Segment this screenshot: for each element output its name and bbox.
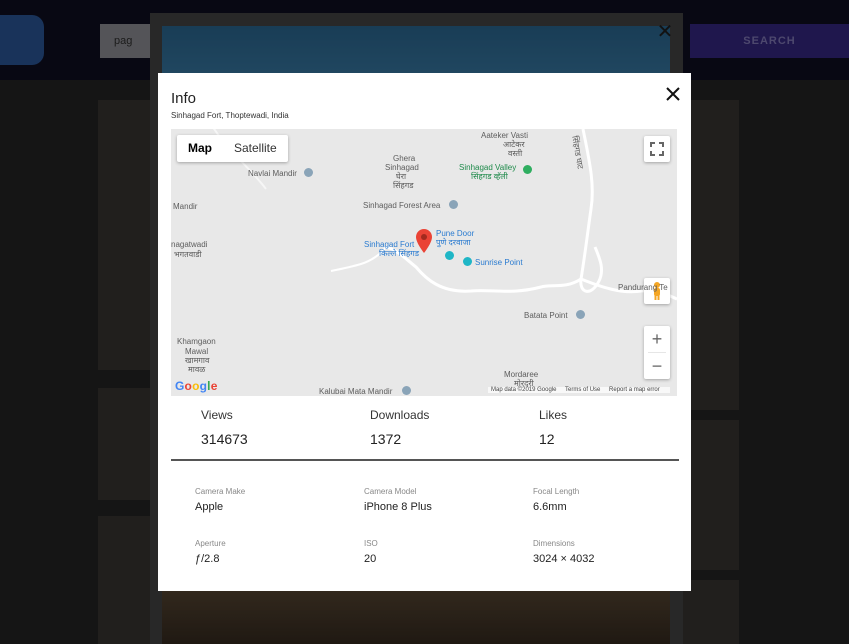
place-pin-icon: [304, 168, 313, 177]
map-label: Mawal: [185, 347, 209, 356]
map-type-control: Map Satellite: [177, 135, 288, 162]
map-label: Khamgaon: [177, 337, 216, 346]
exif-label: Focal Length: [533, 487, 580, 496]
map-label: भगतवाडी: [174, 250, 202, 259]
location-text: Sinhagad Fort, Thoptewadi, India: [171, 111, 289, 120]
stat-value: 12: [539, 431, 555, 447]
map-label: आटेकर: [503, 140, 525, 149]
map-label: खामगाव: [185, 356, 210, 365]
close-icon[interactable]: [662, 83, 684, 105]
map-label: मावळ: [188, 365, 206, 374]
map-label: वस्ती: [508, 149, 523, 158]
stats-divider: [171, 459, 679, 461]
exif-label: Camera Make: [195, 487, 246, 496]
map-label: Pandurang Te: [618, 283, 668, 292]
map-attribution: Map data ©2019 Google Terms of Use Repor…: [488, 387, 670, 393]
exif-label: Aperture: [195, 539, 226, 548]
stat-likes: Likes 12: [539, 408, 567, 447]
map-label: Navlai Mandir: [248, 169, 297, 178]
map-label: Mandir: [173, 202, 198, 211]
zoom-out-button[interactable]: −: [644, 353, 670, 379]
map-label: Kalubai Mata Mandir: [319, 387, 393, 396]
place-pin-icon: [449, 200, 458, 209]
stat-value: 314673: [201, 431, 248, 447]
exif-camera-make: Camera Make Apple: [195, 487, 245, 513]
map-label: Sinhagad Fort: [364, 240, 415, 249]
map-label: Sinhagad Valley: [459, 163, 517, 172]
place-pin-icon: [576, 310, 585, 319]
zoom-in-button[interactable]: +: [644, 326, 670, 352]
map-label: nagatwadi: [171, 240, 208, 249]
map-label: Sinhagad Forest Area: [363, 201, 441, 210]
place-pin-icon: [402, 386, 411, 395]
exif-value: Apple: [195, 501, 224, 513]
map-label: सिंहगड: [393, 181, 414, 190]
map-label: Pune Door: [436, 229, 475, 238]
exif-value: 20: [364, 553, 377, 565]
google-logo[interactable]: Google: [175, 379, 218, 393]
exif-label: Camera Model: [364, 487, 417, 496]
map-label: Batata Point: [524, 311, 568, 320]
poi-icon: [463, 257, 472, 266]
exif-value: 6.6mm: [533, 501, 567, 513]
stat-value: 1372: [370, 431, 402, 447]
modal-title: Info: [171, 90, 197, 107]
map-label: किल्ले सिंहगड: [379, 249, 419, 258]
exif-iso: ISO 20: [364, 539, 378, 565]
exif-label: ISO: [364, 539, 378, 548]
exif-aperture: Aperture ƒ/2.8: [195, 539, 226, 565]
location-map[interactable]: Map Satellite + − Aateker Vasti आटेकर वस…: [171, 129, 677, 396]
map-label: Mordaree: [504, 370, 539, 379]
stat-label: Views: [201, 408, 233, 422]
map-label: घेरा: [396, 172, 407, 181]
map-data-text: Map data ©2019 Google: [491, 387, 557, 393]
stat-label: Likes: [539, 408, 568, 422]
map-label: पुणे दरवाजा: [436, 238, 471, 247]
exif-value: ƒ/2.8: [195, 553, 220, 565]
fullscreen-icon[interactable]: [644, 136, 670, 162]
exif-focal-length: Focal Length 6.6mm: [533, 487, 579, 513]
exif-camera-model: Camera Model iPhone 8 Plus: [364, 487, 432, 513]
location-marker-icon: [416, 229, 432, 253]
map-label: Sunrise Point: [475, 258, 523, 267]
zoom-control: + −: [644, 326, 670, 379]
map-type-satellite-button[interactable]: Satellite: [223, 135, 288, 162]
stat-views: Views 314673: [201, 408, 248, 447]
map-label: Ghera: [393, 154, 416, 163]
stat-label: Downloads: [370, 408, 430, 422]
exif-label: Dimensions: [533, 539, 575, 548]
exif-value: 3024 × 4032: [533, 553, 595, 565]
park-pin-icon: [523, 165, 532, 174]
map-label: सिंहगड व्हॅली: [471, 172, 508, 181]
map-label: Sinhagad: [385, 163, 419, 172]
stat-downloads: Downloads 1372: [370, 408, 429, 447]
exif-value: iPhone 8 Plus: [364, 501, 432, 513]
poi-icon: [445, 251, 454, 260]
exif-dimensions: Dimensions 3024 × 4032: [533, 539, 594, 565]
map-roads: [213, 129, 677, 301]
info-modal: Info Sinhagad Fort, Thoptewadi, India Ma…: [158, 73, 691, 591]
report-map-error-link[interactable]: Report a map error: [609, 387, 660, 393]
map-type-map-button[interactable]: Map: [177, 135, 223, 162]
map-label: Aateker Vasti: [481, 131, 528, 140]
terms-link[interactable]: Terms of Use: [565, 387, 600, 393]
